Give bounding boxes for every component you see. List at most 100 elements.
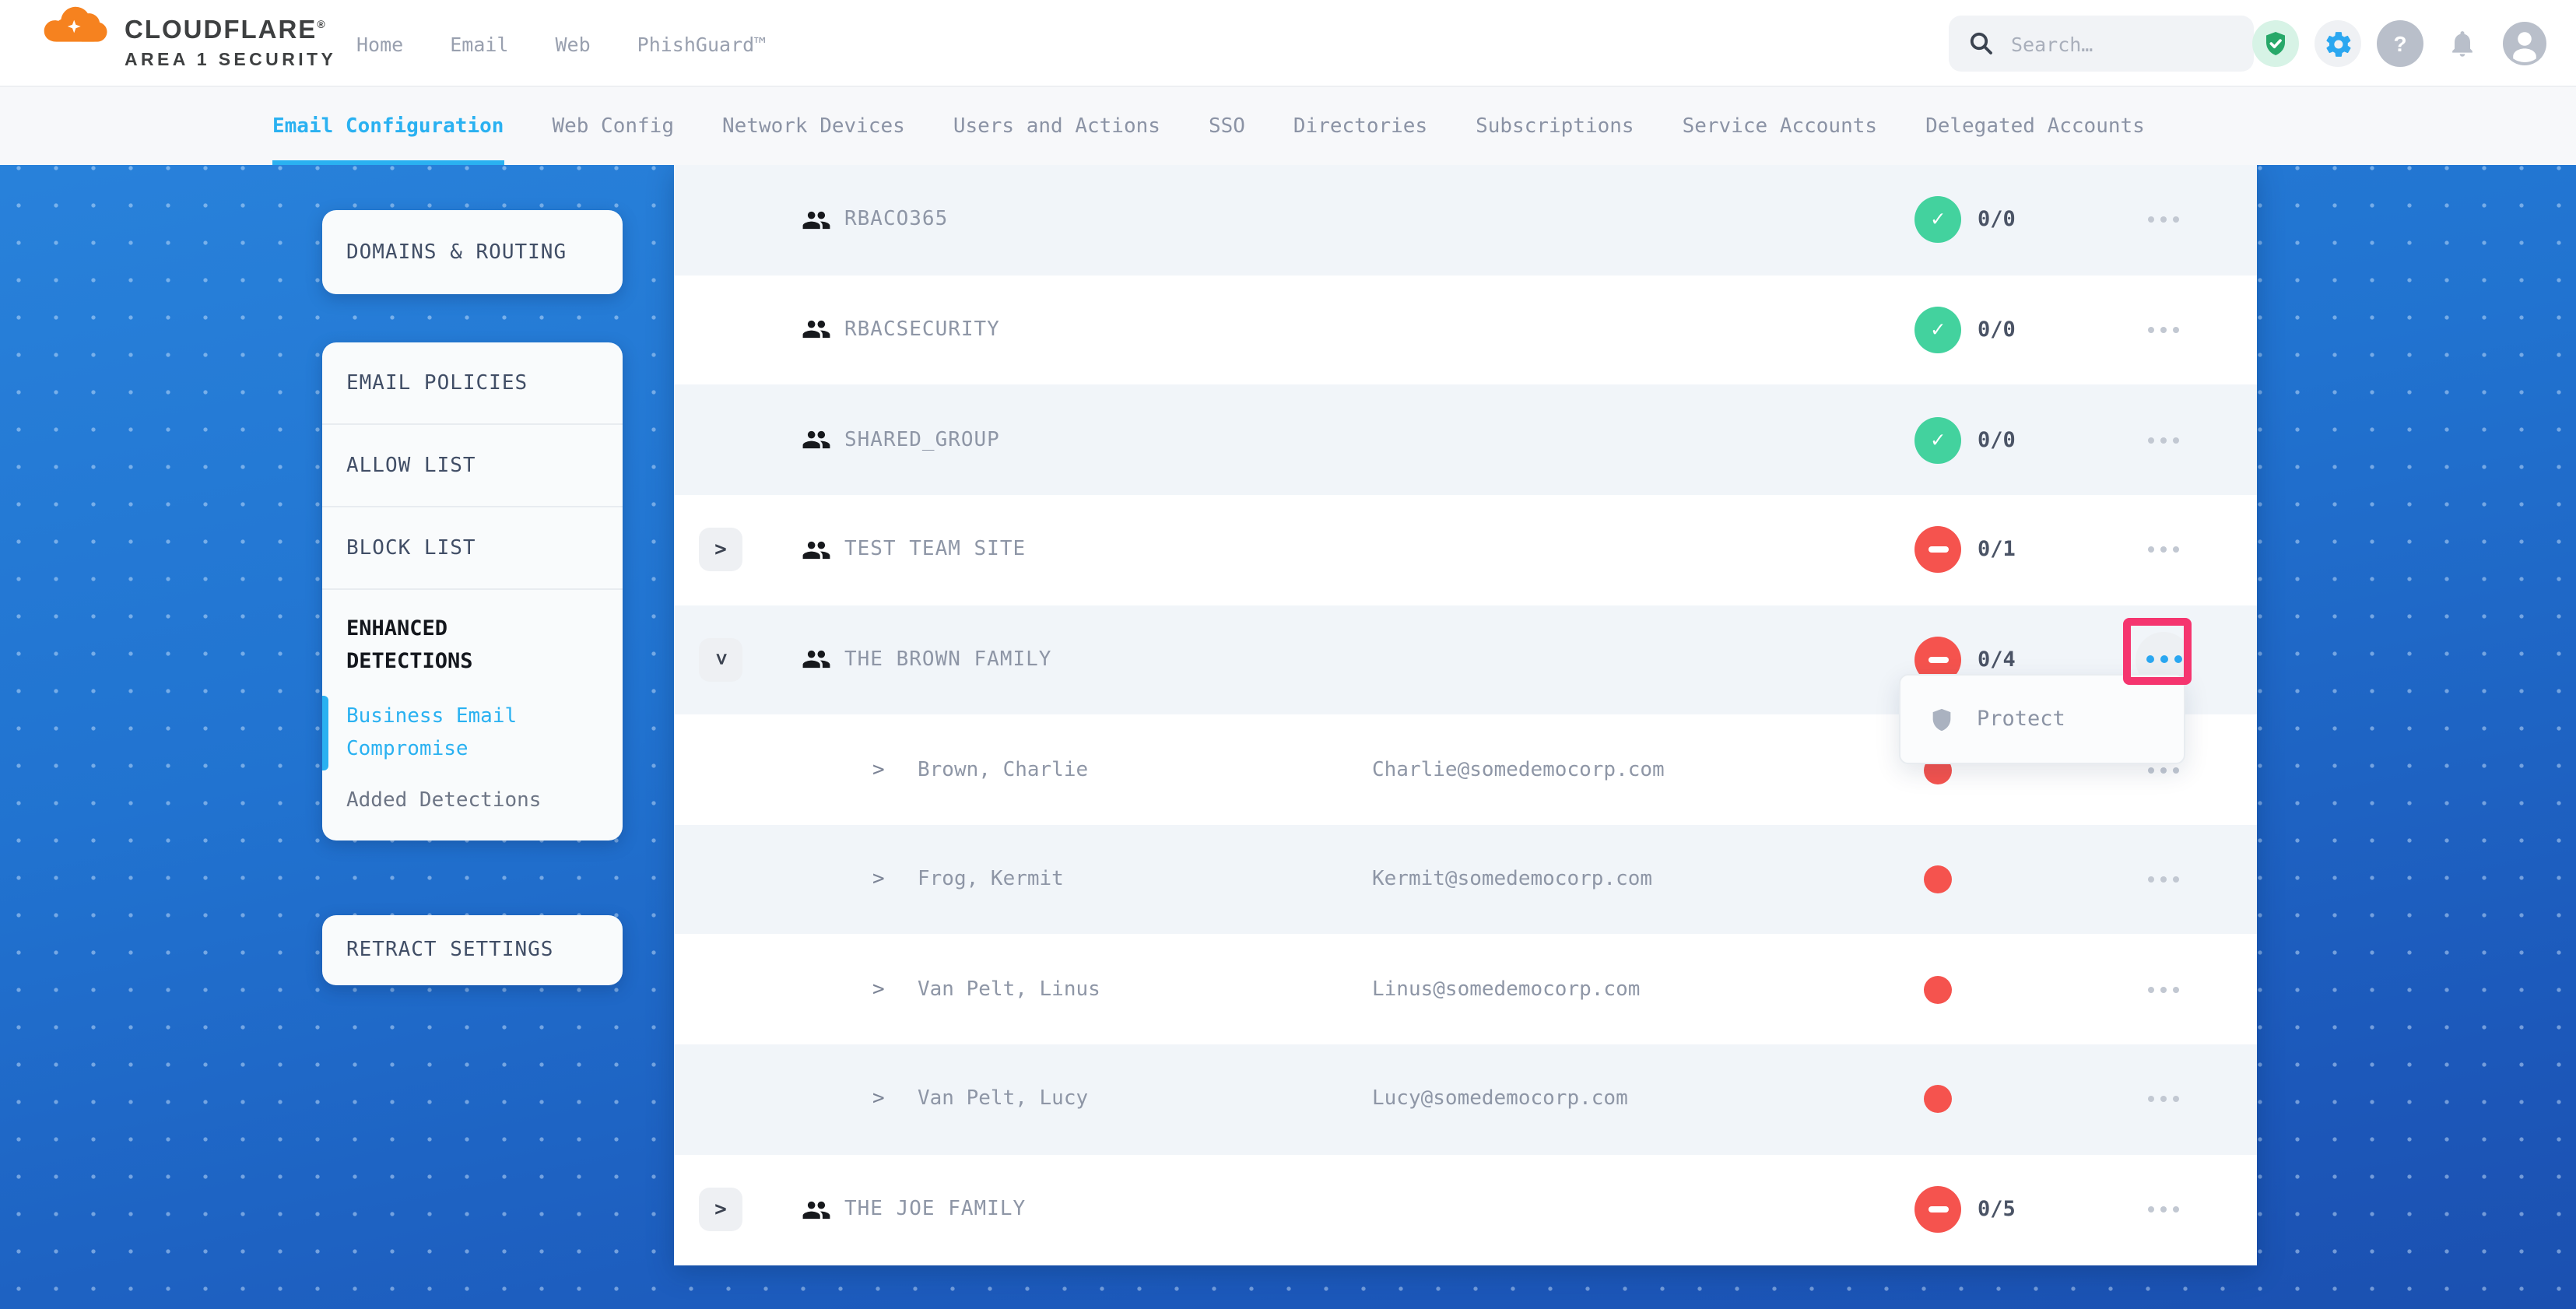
member-name: Van Pelt, Lucy [918,1088,1088,1111]
group-name: RBACO365 [844,209,948,232]
sidebar-item-email-policies[interactable]: EMAIL POLICIES [321,342,623,425]
chevron-right-icon: > [714,538,727,561]
protection-count: 0/0 [1978,427,2016,452]
member-email: Charlie@somedemocorp.com [1372,758,1665,781]
tab-directories[interactable]: Directories [1293,87,1427,165]
menu-item-protect[interactable]: Protect [1977,707,2065,732]
table-row-member: Van Pelt, Lucy Lucy@somedemocorp.com [673,1044,2257,1154]
table-row-group: > TEST TEAM SITE 0/1 [673,495,2257,605]
row-actions-button[interactable] [2136,412,2192,468]
help-glyph: ? [2393,31,2406,56]
member-name: Van Pelt, Linus [918,978,1100,1002]
sidebar-item-label: BLOCK LIST [346,536,476,560]
row-actions-button[interactable] [2136,1072,2192,1128]
shield-icon [1928,704,1955,734]
search-input[interactable] [2011,32,2213,55]
settings-gear-icon[interactable] [2315,20,2361,67]
table-row-group: > THE JOE FAMILY 0/5 [673,1155,2257,1265]
member-email: Lucy@somedemocorp.com [1372,1088,1628,1111]
nav-item-home[interactable]: Home [356,32,403,55]
tab-network-devices[interactable]: Network Devices [722,87,905,165]
group-icon [799,203,834,237]
table-row-group: RBACSECURITY ✓ 0/0 [673,275,2257,384]
brand-text: CLOUDFLARE® AREA 1 SECURITY [125,12,336,71]
protection-count: 0/0 [1978,318,2016,342]
member-email: Kermit@somedemocorp.com [1372,868,1652,891]
table-row-member: Frog, Kermit Kermit@somedemocorp.com [673,825,2257,935]
app-root: CLOUDFLARE® AREA 1 SECURITY Home Email W… [0,0,2576,1309]
group-name: THE BROWN FAMILY [844,648,1051,672]
tab-delegated-accounts[interactable]: Delegated Accounts [1925,87,2145,165]
sidebar-item-label: EMAIL POLICIES [346,371,528,395]
tab-users-and-actions[interactable]: Users and Actions [953,87,1160,165]
tab-service-accounts[interactable]: Service Accounts [1683,87,1877,165]
chevron-down-icon: > [709,654,732,666]
protection-count: 0/5 [1978,1197,2016,1222]
status-dot [1924,865,1952,893]
minus-icon [1914,1186,1961,1233]
sidebar-item-enhanced-detections[interactable]: ENHANCED DETECTIONS [321,590,564,691]
user-avatar-icon[interactable] [2501,20,2548,67]
nav-item-email[interactable]: Email [450,32,508,55]
notifications-bell-icon[interactable] [2439,20,2486,67]
status-dot [1924,976,1952,1004]
brand-name: CLOUDFLARE [125,16,317,44]
help-icon[interactable]: ? [2377,20,2423,67]
sidebar-item-domains-routing: DOMAINS & ROUTING [346,240,567,264]
active-indicator-bar [321,696,328,770]
search-box[interactable] [1949,16,2254,72]
nav-item-web[interactable]: Web [556,32,591,55]
sidebar-item-business-email-compromise[interactable]: Business Email Compromise [321,691,623,775]
row-actions-button[interactable] [2136,962,2192,1018]
row-actions-button[interactable] [2136,521,2192,577]
protection-count: 0/0 [1978,208,2016,233]
sidebar-item-block-list[interactable]: BLOCK LIST [321,507,623,590]
cloudflare-logo-icon [37,5,115,48]
protection-count: 0/4 [1978,647,2016,672]
collapse-button[interactable]: > [699,638,742,682]
sidebar-card-retract-settings[interactable]: RETRACT SETTINGS [321,914,623,984]
chevron-right-icon: > [714,1198,727,1221]
header-icon-group: ? [2252,20,2548,67]
sidebar-item-label: Added Detections [346,789,541,812]
brand-subtitle: AREA 1 SECURITY [125,49,336,71]
check-icon: ✓ [1914,197,1961,244]
row-actions-button[interactable] [2136,851,2192,907]
group-icon [799,532,834,567]
top-navigation: Home Email Web PhishGuard™ [356,0,766,87]
sidebar-item-label: Business Email Compromise [346,705,517,761]
sidebar-item-allow-list[interactable]: ALLOW LIST [321,425,623,507]
group-icon [799,423,834,457]
sidebar-item-retract-settings: RETRACT SETTINGS [346,938,553,961]
table-row-group: RBACO365 ✓ 0/0 [673,165,2257,275]
registered-mark: ® [317,20,326,31]
chevron-right-icon [872,978,885,1002]
expand-button[interactable]: > [699,1188,742,1231]
sidebar-item-added-detections[interactable]: Added Detections [321,775,623,840]
tab-email-configuration[interactable]: Email Configuration [272,87,504,165]
member-name: Frog, Kermit [918,868,1064,891]
row-actions-menu: Protect [1899,674,2185,764]
row-actions-button[interactable] [2136,192,2192,248]
check-icon: ✓ [1914,307,1961,353]
group-name: THE JOE FAMILY [844,1198,1026,1221]
member-name: Brown, Charlie [918,758,1088,781]
tab-web-config[interactable]: Web Config [552,87,674,165]
chevron-right-icon [872,868,885,891]
top-header-bar: CLOUDFLARE® AREA 1 SECURITY Home Email W… [0,0,2576,87]
expand-button[interactable]: > [699,528,742,571]
row-actions-button[interactable] [2136,302,2192,358]
group-icon [799,1192,834,1227]
secondary-navigation: Email Configuration Web Config Network D… [0,87,2576,165]
tab-subscriptions[interactable]: Subscriptions [1476,87,1634,165]
sidebar-card-domains-routing[interactable]: DOMAINS & ROUTING [321,210,623,294]
shield-check-icon[interactable] [2252,20,2299,67]
check-icon: ✓ [1914,416,1961,463]
member-email: Linus@somedemocorp.com [1372,978,1640,1002]
tab-sso[interactable]: SSO [1209,87,1245,165]
row-actions-button[interactable] [2136,1181,2192,1237]
group-name: TEST TEAM SITE [844,538,1026,561]
sidebar-item-label: ALLOW LIST [346,454,476,477]
nav-item-phishguard[interactable]: PhishGuard™ [637,32,767,55]
chevron-right-icon [872,758,885,781]
